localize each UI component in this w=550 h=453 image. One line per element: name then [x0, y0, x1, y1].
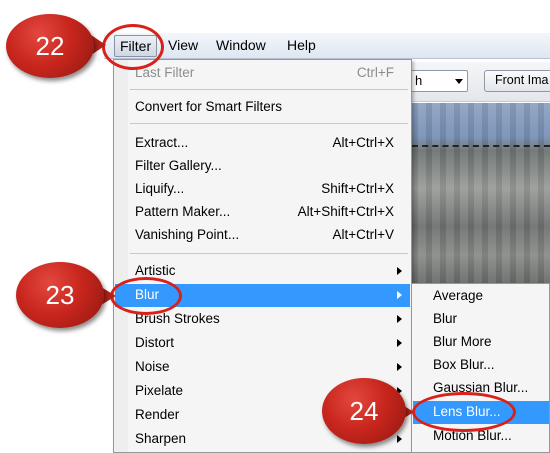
document-canvas: [412, 103, 550, 293]
submenu-arrow-icon: [397, 267, 402, 275]
menu-item-label: Sharpen: [135, 431, 187, 446]
menu-item-label: Noise: [135, 359, 170, 374]
callout-number: 22: [35, 31, 65, 61]
submenu-item-average[interactable]: Average: [413, 285, 549, 308]
menu-item-label: Pixelate: [135, 383, 184, 398]
highlight-ring-filter: [102, 24, 164, 70]
step-callout-24: 24: [322, 378, 406, 444]
toolbar-dropdown-value: h: [415, 73, 423, 88]
menu-item-liquify[interactable]: Liquify... Shift+Ctrl+X: [115, 178, 410, 201]
submenu-arrow-icon: [397, 315, 402, 323]
menu-item-label: Distort: [135, 335, 175, 350]
highlight-ring-blur: [110, 277, 182, 315]
menu-view[interactable]: View: [168, 37, 198, 53]
menu-item-label: Artistic: [135, 263, 176, 278]
submenu-item-label: Blur: [433, 311, 458, 326]
menu-item-last-filter: Last Filter Ctrl+F: [115, 62, 410, 85]
menu-item-distort[interactable]: Distort: [115, 332, 410, 355]
menu-item-shortcut: Ctrl+F: [356, 65, 394, 80]
menu-item-vanishing-point[interactable]: Vanishing Point... Alt+Ctrl+V: [115, 224, 410, 247]
menu-item-label: Vanishing Point...: [135, 227, 240, 242]
menu-item-shortcut: Alt+Shift+Ctrl+X: [297, 204, 394, 219]
callout-number: 23: [45, 280, 75, 310]
menu-item-convert-smart-filters[interactable]: Convert for Smart Filters: [115, 96, 410, 119]
submenu-item-blur[interactable]: Blur: [413, 308, 549, 331]
callout-number: 24: [349, 396, 379, 426]
menu-help[interactable]: Help: [287, 37, 316, 53]
toolbar-dropdown[interactable]: h: [410, 70, 468, 92]
menu-item-pattern-maker[interactable]: Pattern Maker... Alt+Shift+Ctrl+X: [115, 201, 410, 224]
submenu-arrow-icon: [397, 363, 402, 371]
front-image-button[interactable]: Front Ima: [484, 70, 550, 92]
submenu-item-label: Blur More: [433, 334, 492, 349]
menu-separator: [130, 123, 408, 124]
submenu-item-label: Average: [433, 288, 484, 303]
menu-item-shortcut: Alt+Ctrl+X: [332, 135, 394, 150]
menu-separator: [130, 253, 408, 254]
submenu-arrow-icon: [397, 339, 402, 347]
submenu-item-box-blur[interactable]: Box Blur...: [413, 354, 549, 377]
submenu-item-blur-more[interactable]: Blur More: [413, 331, 549, 354]
menu-separator: [130, 89, 408, 90]
menu-item-label: Extract...: [135, 135, 189, 150]
menu-item-label: Liquify...: [135, 181, 185, 196]
submenu-arrow-icon: [397, 435, 402, 443]
menu-item-extract[interactable]: Extract... Alt+Ctrl+X: [115, 132, 410, 155]
menu-item-shortcut: Alt+Ctrl+V: [332, 227, 394, 242]
chevron-down-icon: [455, 79, 463, 84]
menu-bar: Filter View Window Help: [104, 33, 550, 59]
menu-item-label: Filter Gallery...: [135, 158, 222, 173]
menu-item-label: Render: [135, 407, 180, 422]
menu-item-label: Pattern Maker...: [135, 204, 231, 219]
step-callout-22: 22: [6, 14, 94, 78]
menu-item-shortcut: Shift+Ctrl+X: [321, 181, 394, 196]
menu-item-filter-gallery[interactable]: Filter Gallery...: [115, 155, 410, 178]
step-callout-23: 23: [16, 262, 104, 328]
menu-window[interactable]: Window: [216, 37, 266, 53]
submenu-item-label: Box Blur...: [433, 357, 495, 372]
menu-item-label: Convert for Smart Filters: [135, 99, 283, 114]
submenu-arrow-icon: [397, 291, 402, 299]
menu-item-noise[interactable]: Noise: [115, 356, 410, 379]
highlight-ring-lens-blur: [412, 392, 516, 432]
